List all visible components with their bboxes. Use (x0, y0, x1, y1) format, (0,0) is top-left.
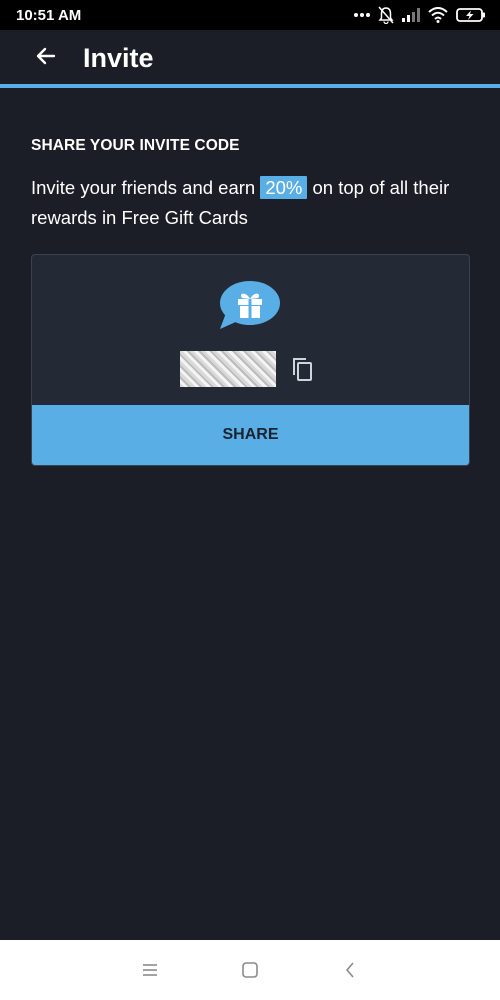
copy-icon[interactable] (288, 355, 316, 383)
status-time: 10:51 AM (16, 6, 82, 24)
wifi-icon (428, 7, 448, 23)
page-title: Invite (83, 42, 154, 73)
battery-charging-icon (456, 7, 486, 23)
menu-icon[interactable] (135, 955, 165, 985)
reward-percent-badge: 20% (260, 176, 308, 199)
invite-code-card: SHARE (31, 254, 470, 466)
share-button[interactable]: SHARE (32, 405, 469, 465)
home-square-icon[interactable] (235, 955, 265, 985)
section-title: SHARE YOUR INVITE CODE (31, 137, 240, 154)
back-chevron-icon[interactable] (335, 955, 365, 985)
arrow-back-icon (34, 44, 58, 73)
app-bar: Invite (0, 30, 500, 86)
more-dots-icon (354, 12, 370, 18)
invite-description: Invite your friends and earn 20% on top … (31, 173, 471, 233)
invite-description-start: Invite your friends and earn (31, 177, 261, 198)
back-button[interactable] (31, 43, 61, 73)
app-bar-divider (0, 84, 500, 88)
signal-icon (402, 8, 420, 22)
gift-chat-bubble-icon (218, 279, 282, 331)
status-icons (354, 6, 486, 24)
status-bar: 10:51 AM (0, 0, 500, 30)
invite-code-value (180, 351, 276, 387)
muted-bell-icon (378, 6, 394, 24)
system-nav-bar (0, 940, 500, 1000)
